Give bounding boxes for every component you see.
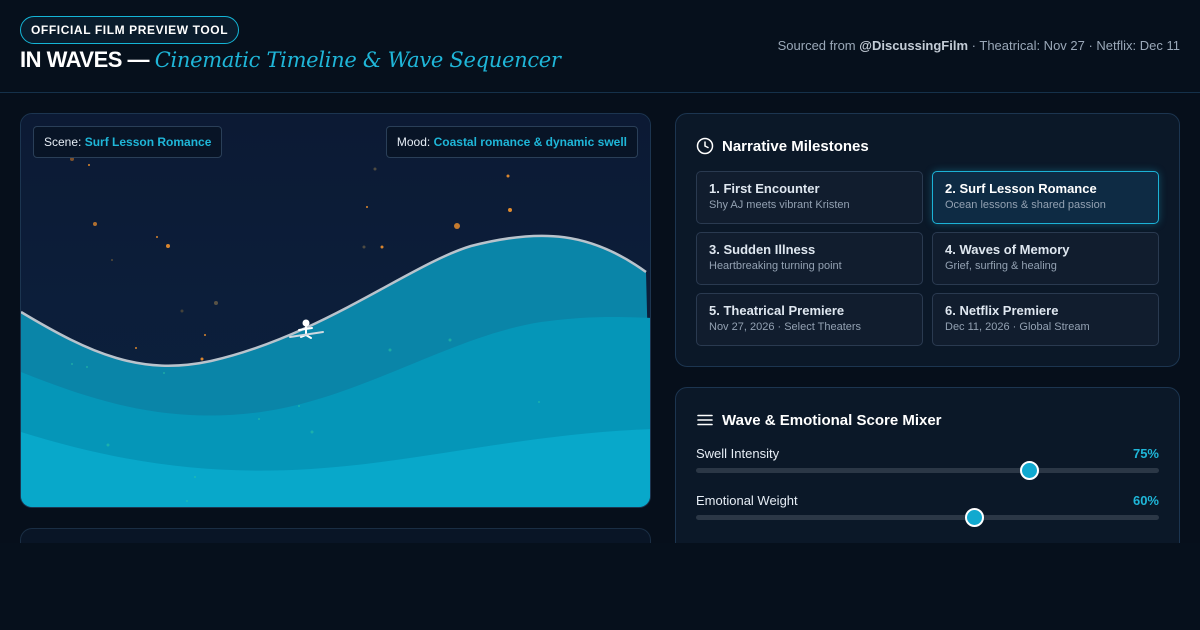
slider-thumb[interactable] [1020,461,1040,480]
source-info: Sourced from @DiscussingFilm · Theatrica… [778,38,1180,53]
menu-icon [697,414,713,426]
slider-value: 75% [1132,446,1159,461]
release-dates: · Theatrical: Nov 27 · Netflix: Dec 11 [971,38,1180,53]
mood-indicator: Mood: Coastal romance & dynamic swell [385,126,638,158]
page-title: IN WAVES — Cinematic Timeline & Wave Seq… [20,47,561,73]
source-prefix: Sourced from [777,38,856,53]
milestone-title: 1. First Encounter [709,181,820,196]
slider-thumb[interactable] [964,508,984,527]
wave-illustration [21,114,650,507]
milestone-title: 4. Waves of Memory [945,242,1070,257]
milestone-title: 2. Surf Lesson Romance [945,181,1097,196]
milestones-heading: Narrative Milestones [696,134,869,158]
mixer-heading-text: Wave & Emotional Score Mixer [722,411,942,429]
milestone-card[interactable]: 1. First Encounter Shy AJ meets vibrant K… [696,171,923,224]
swell-intensity-slider[interactable] [696,461,1159,480]
milestone-title: 6. Netflix Premiere [945,303,1059,318]
wave-scene-canvas[interactable]: Scene: Surf Lesson Romance Mood: Coastal… [20,113,651,508]
mood-value: Coastal romance & dynamic swell [433,135,627,149]
milestone-grid: 1. First Encounter Shy AJ meets vibrant K… [696,171,1159,346]
scene-label: Scene: [44,135,82,149]
mixer-heading: Wave & Emotional Score Mixer [696,408,942,432]
scene-indicator: Scene: Surf Lesson Romance [33,126,223,158]
slider-label: Swell Intensity [696,446,780,461]
clock-icon [696,137,714,155]
milestone-card[interactable]: 5. Theatrical Premiere Nov 27, 2026 · Sel… [696,293,923,346]
title-main: IN WAVES — [20,47,150,72]
milestone-title: 3. Sudden Illness [709,242,816,257]
scene-value: Surf Lesson Romance [84,135,212,149]
source-handle-link[interactable]: @DiscussingFilm [859,38,968,53]
slider-value: 60% [1132,493,1159,508]
milestone-card[interactable]: 6. Netflix Premiere Dec 11, 2026 · Global… [932,293,1159,346]
mood-label: Mood: [396,135,431,149]
title-subtitle: Cinematic Timeline & Wave Sequencer [154,48,561,72]
milestone-card[interactable]: 4. Waves of Memory Grief, surfing & heali… [932,232,1159,285]
milestone-subtitle: Dec 11, 2026 · Global Stream [945,321,1090,333]
slider-label: Emotional Weight [696,493,798,508]
narrative-milestones-panel: Narrative Milestones 1. First Encounter S… [675,113,1180,367]
milestone-subtitle: Ocean lessons & shared passion [945,199,1106,211]
header: OFFICIAL FILM PREVIEW TOOL IN WAVES — Ci… [0,0,1200,93]
milestone-subtitle: Shy AJ meets vibrant Kristen [709,199,850,211]
milestones-heading-text: Narrative Milestones [722,137,869,155]
milestone-card-active[interactable]: 2. Surf Lesson Romance Ocean lessons & sh… [932,171,1159,224]
page-footer-area [0,543,1200,630]
emotional-weight-slider[interactable] [696,508,1159,527]
milestone-subtitle: Grief, surfing & healing [945,260,1057,272]
milestone-subtitle: Nov 27, 2026 · Select Theaters [709,321,862,333]
milestone-card[interactable]: 3. Sudden Illness Heartbreaking turning p… [696,232,923,285]
milestone-subtitle: Heartbreaking turning point [709,260,842,272]
preview-tool-badge: OFFICIAL FILM PREVIEW TOOL [20,16,240,44]
milestone-title: 5. Theatrical Premiere [709,303,845,318]
